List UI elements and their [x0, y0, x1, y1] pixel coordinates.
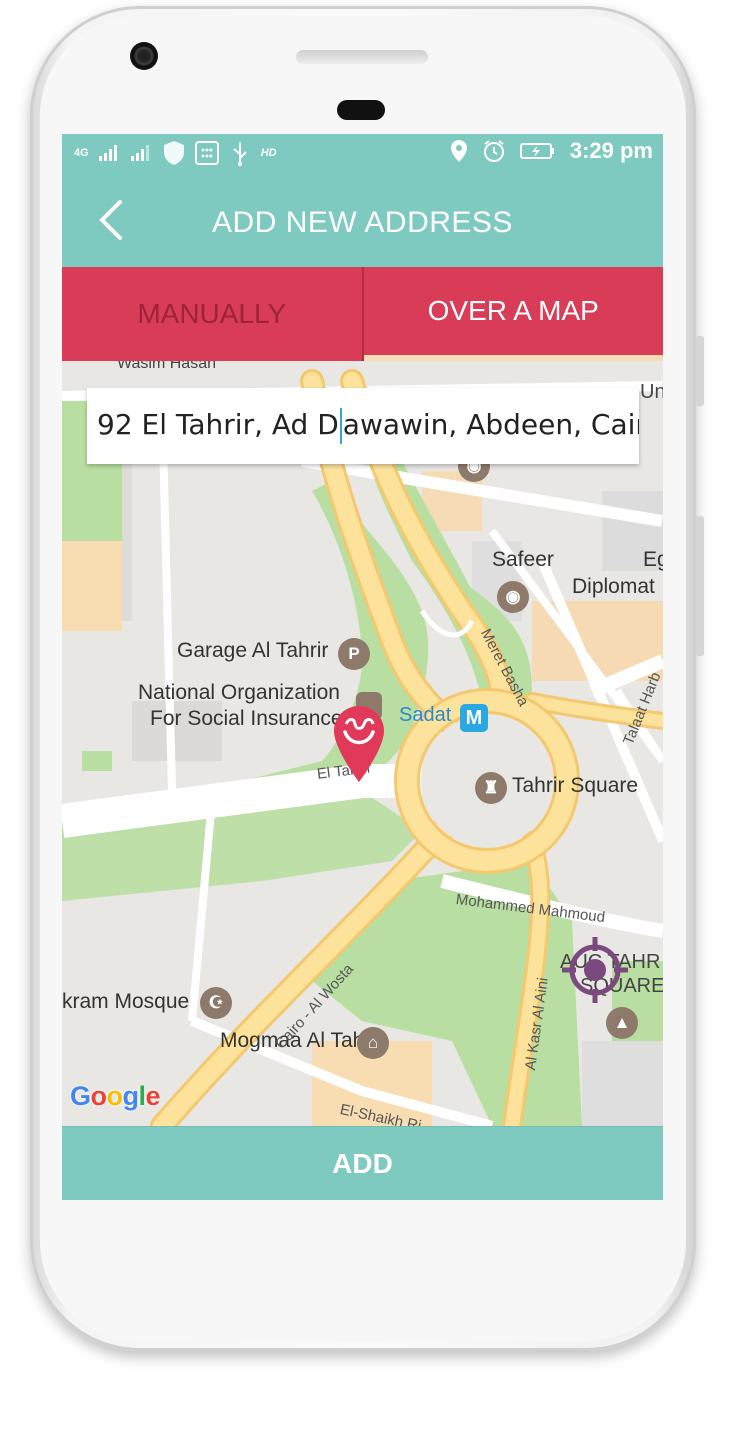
place-label: For Social Insurance	[150, 707, 343, 730]
signal-2-icon	[130, 145, 149, 161]
location-icon	[450, 140, 467, 162]
smiley-pin-icon	[334, 706, 384, 782]
place-label: Uni	[640, 381, 663, 403]
shield-icon	[163, 141, 184, 165]
mosque-poi-icon[interactable]: ☪	[200, 987, 232, 1019]
speaker-grill	[296, 50, 428, 64]
add-button-label: ADD	[332, 1147, 393, 1179]
address-text-after-caret: awawin, Abdeen, Cairo	[342, 408, 639, 441]
google-letter: e	[145, 1081, 161, 1111]
add-button[interactable]: ADD	[62, 1126, 663, 1200]
address-search-input[interactable]: 92 El Tahrir, Ad Dawawin, Abdeen, Cairo	[87, 388, 639, 464]
metro-label: Sadat	[399, 704, 452, 726]
google-letter: g	[122, 1081, 140, 1111]
place-label: Tahrir Square	[512, 774, 639, 797]
place-label: kram Mosque	[62, 990, 190, 1013]
signal-icon	[98, 145, 117, 161]
front-camera	[130, 42, 158, 70]
hd-label: HD	[260, 147, 277, 159]
google-logo: Google	[70, 1081, 161, 1112]
parking-poi-icon[interactable]: P	[338, 638, 370, 670]
place-label: Safeer	[492, 548, 554, 571]
usb-icon	[233, 142, 247, 166]
museum-poi-icon[interactable]: ⌂	[357, 1027, 389, 1059]
network-type-label: 4G	[74, 147, 89, 159]
tab-over-a-map[interactable]: OVER A MAP	[363, 267, 663, 361]
text-caret	[339, 408, 342, 444]
tab-over-a-map-label: OVER A MAP	[427, 295, 599, 326]
clock: 3:29 pm	[569, 138, 653, 163]
status-bar: 4G HD 3:29 pm	[62, 134, 663, 176]
power-button	[696, 516, 704, 656]
screen: 4G HD 3:29 pm ADD NEW ADDRESS MANUALLY O…	[62, 134, 663, 1200]
location-pin[interactable]	[332, 704, 386, 784]
crosshair-icon	[562, 937, 628, 1003]
google-letter: o	[106, 1081, 124, 1111]
landmark-poi-icon[interactable]: ♜	[475, 772, 507, 804]
camera-poi-icon[interactable]: ◉	[497, 581, 529, 613]
volume-button	[696, 336, 704, 406]
school-poi-icon[interactable]: ▲	[606, 1007, 638, 1039]
battery-icon	[519, 143, 554, 159]
metro-icon[interactable]: M	[460, 704, 488, 732]
alarm-icon	[483, 140, 504, 162]
place-label: Eg	[643, 548, 663, 571]
place-label: Wasim Hasan	[117, 361, 216, 372]
place-label: Garage Al Tahrir	[177, 639, 329, 662]
page-title: ADD NEW ADDRESS	[212, 206, 513, 239]
google-letter: G	[70, 1081, 91, 1111]
tab-manually-label: MANUALLY	[137, 298, 287, 329]
proximity-sensor	[337, 100, 385, 120]
address-text-before-caret: 92 El Tahrir, Ad D	[97, 408, 339, 441]
google-letter: l	[138, 1081, 147, 1111]
place-label: National Organization	[138, 681, 340, 704]
calculator-icon	[194, 141, 219, 165]
tab-manually[interactable]: MANUALLY	[62, 267, 364, 361]
google-letter: o	[90, 1081, 108, 1111]
tab-bar: MANUALLY OVER A MAP	[62, 267, 663, 361]
my-location-button[interactable]	[562, 937, 628, 1003]
map-view[interactable]: Wasim Hasan Uni Safeer Eg Diplomat Garag…	[62, 361, 663, 1126]
place-label: Diplomat	[572, 575, 655, 598]
app-bar: ADD NEW ADDRESS	[62, 176, 663, 267]
